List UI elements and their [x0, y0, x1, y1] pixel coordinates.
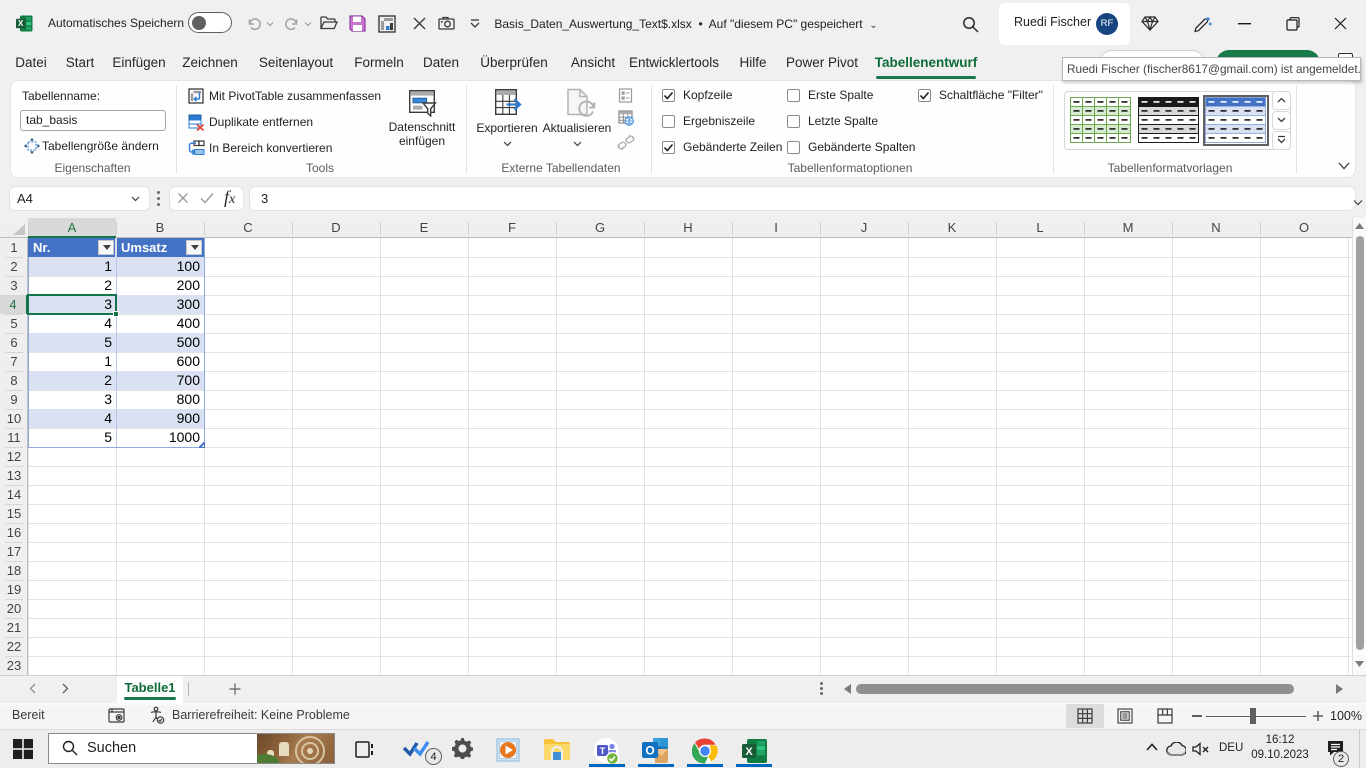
- svg-text:X: X: [745, 746, 753, 758]
- svg-text:T: T: [600, 746, 606, 756]
- svg-text:O: O: [645, 744, 654, 758]
- svg-text:X: X: [18, 19, 24, 28]
